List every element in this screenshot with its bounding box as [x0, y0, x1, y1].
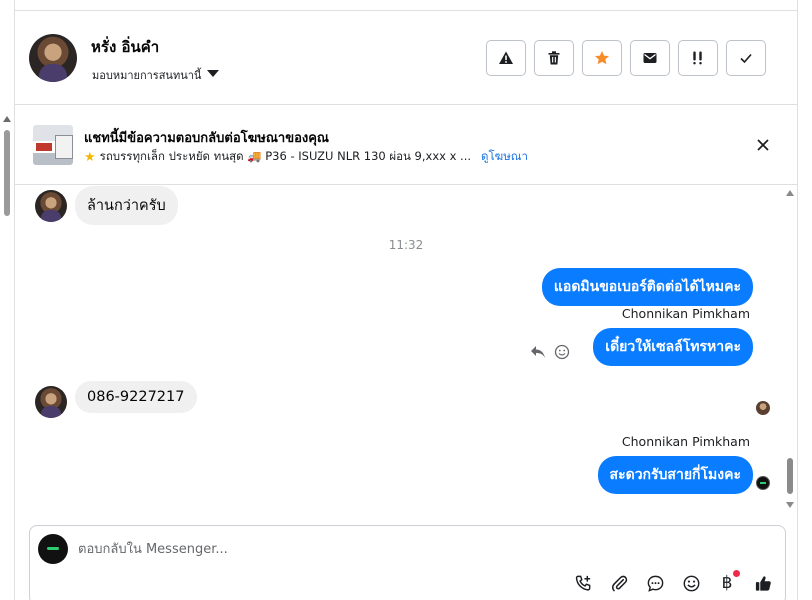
seen-avatar	[756, 401, 770, 415]
notification-dot	[733, 570, 740, 577]
scrollbar-thumb[interactable]	[787, 458, 793, 494]
star-emoji-icon: ★	[84, 149, 96, 165]
reply-icon[interactable]	[530, 345, 546, 359]
caret-down-icon	[207, 69, 220, 77]
thread-scrollbar[interactable]	[783, 186, 797, 516]
reply-input[interactable]	[78, 538, 718, 560]
sender-name: Chonnikan Pimkham	[621, 306, 750, 321]
ad-thumbnail[interactable]	[33, 125, 73, 165]
avatar[interactable]	[35, 386, 67, 418]
page-avatar	[38, 534, 68, 564]
message-bubble-outgoing[interactable]: แอดมินขอเบอร์ติดต่อได้ไหมคะ	[541, 268, 753, 306]
trash-icon	[548, 51, 560, 65]
baht-icon: ฿	[721, 573, 733, 593]
close-banner-button[interactable]	[753, 135, 773, 155]
delete-button[interactable]	[534, 40, 574, 76]
ad-info-line: ★ รถบรรทุกเล็ก ประหยัด ทนสุด 🚚 P36 - ISU…	[84, 148, 528, 166]
view-ad-link[interactable]: ดูโฆษณา	[481, 148, 528, 166]
composer-toolbar: ฿	[572, 570, 774, 594]
star-icon	[595, 51, 609, 65]
payment-button[interactable]: ฿	[716, 570, 740, 594]
messenger-inbox-panel: หรั่ง อิ่นคำ มอบหมายการสนทนานี้ แชทนี้มี…	[0, 0, 812, 600]
scroll-up-arrow-icon[interactable]	[3, 116, 11, 122]
call-add-icon	[575, 575, 590, 591]
contact-avatar[interactable]	[29, 34, 77, 82]
mark-done-button[interactable]	[726, 40, 766, 76]
scroll-down-arrow-icon[interactable]	[786, 502, 794, 508]
conversation-header: หรั่ง อิ่นคำ มอบหมายการสนทนานี้	[15, 11, 797, 105]
contact-name[interactable]: หรั่ง อิ่นคำ	[91, 35, 159, 59]
message-bubble-incoming[interactable]: ล้านกว่าครับ	[75, 186, 178, 225]
mark-unread-button[interactable]	[630, 40, 670, 76]
page-scrollbar[interactable]	[0, 110, 14, 600]
star-button[interactable]	[582, 40, 622, 76]
attachment-icon	[611, 575, 627, 591]
divider	[797, 0, 798, 600]
chat-bubble-icon	[647, 575, 663, 592]
ad-banner-title: แชทนี้มีข้อความตอบกลับต่อโฆษณาของคุณ	[84, 131, 329, 146]
reply-composer: ฿	[29, 525, 786, 600]
message-thread[interactable]: ล้านกว่าครับ 11:32 แอดมินขอเบอร์ติดต่อได…	[15, 186, 797, 516]
message-bubble-incoming[interactable]: 086-9227217	[75, 381, 197, 413]
warning-icon	[499, 51, 513, 64]
emoji-button[interactable]	[680, 572, 702, 594]
top-strip	[15, 0, 797, 11]
message-timestamp: 11:32	[388, 238, 424, 252]
mark-spam-button[interactable]	[486, 40, 526, 76]
thumbs-up-icon	[755, 575, 771, 591]
react-emoji-icon[interactable]	[554, 344, 570, 360]
ad-text: รถบรรทุกเล็ก ประหยัด ทนสุด 🚚 P36 - ISUZU…	[99, 149, 472, 163]
saved-replies-button[interactable]	[644, 572, 666, 594]
ad-reply-banner: แชทนี้มีข้อความตอบกลับต่อโฆษณาของคุณ ★ ร…	[15, 105, 797, 185]
seen-page-avatar	[756, 476, 770, 490]
call-button[interactable]	[572, 572, 594, 594]
header-actions	[486, 40, 766, 76]
follow-up-button[interactable]	[678, 40, 718, 76]
important-icon	[693, 51, 702, 65]
assign-label: มอบหมายการสนทนานี้	[92, 69, 202, 82]
attach-button[interactable]	[608, 572, 630, 594]
envelope-icon	[643, 53, 657, 63]
emoji-icon	[683, 575, 699, 591]
message-actions	[530, 344, 570, 360]
scroll-up-arrow-icon[interactable]	[786, 190, 794, 196]
scrollbar-thumb[interactable]	[4, 130, 10, 216]
sender-name: Chonnikan Pimkham	[621, 434, 750, 449]
like-button[interactable]	[752, 572, 774, 594]
assign-conversation-dropdown[interactable]: มอบหมายการสนทนานี้	[92, 66, 220, 84]
message-bubble-outgoing[interactable]: สะดวกรับสายกี่โมงคะ	[597, 456, 753, 494]
close-icon	[757, 139, 769, 151]
avatar[interactable]	[35, 190, 67, 222]
check-icon	[740, 53, 752, 64]
message-bubble-outgoing[interactable]: เดี๋ยวให้เซลล์โทรหาคะ	[593, 328, 753, 366]
